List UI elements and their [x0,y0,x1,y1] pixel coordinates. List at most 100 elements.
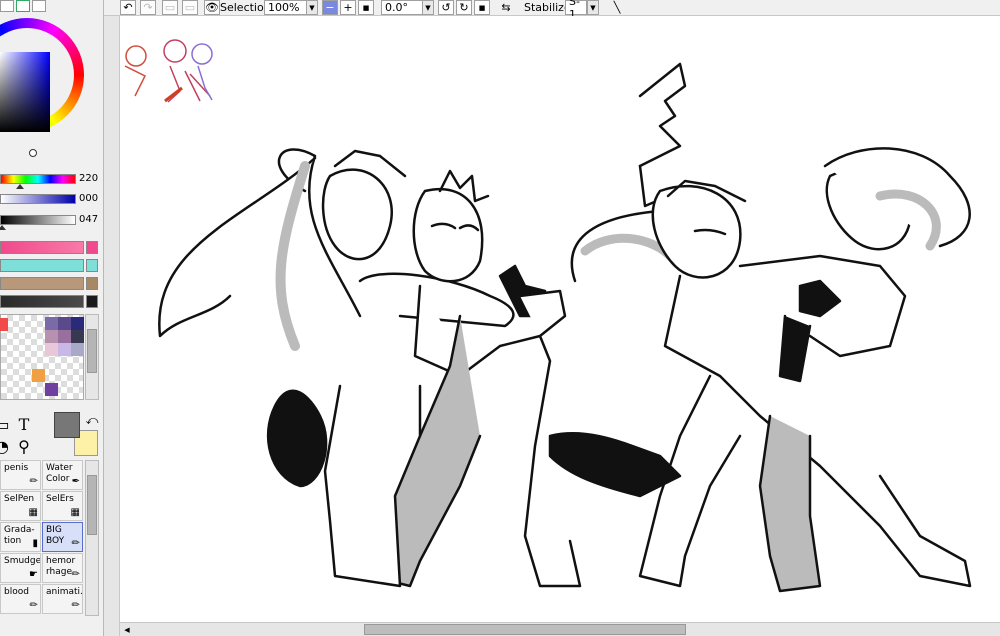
flip-horizontal-button[interactable]: ⇆ [498,0,514,15]
slider-value: 047 [79,214,99,225]
pen-icon: ✏ [29,600,38,611]
slider-marker[interactable] [16,184,24,189]
palette-bar-cyan[interactable] [0,259,98,272]
brush-penis[interactable]: penis ✏ [0,460,41,490]
swatch-scrollbar[interactable] [85,314,99,400]
color-swatch-grid[interactable] [0,314,84,400]
swatch[interactable] [58,343,71,356]
swatch[interactable] [32,369,45,382]
slider-track[interactable] [0,215,76,225]
brush-icon: ✒ [71,476,80,487]
horizontal-scrollbar[interactable]: ◀ [120,622,1000,636]
zoom-dropdown-chevron-icon[interactable]: ▼ [306,0,318,15]
swatch[interactable] [45,330,58,343]
brush-label: blood [4,587,29,597]
swatch[interactable] [45,383,58,396]
pen-icon: ✏ [29,476,38,487]
pen-icon: ✏ [71,600,80,611]
selers-icon: ▦ [70,507,80,518]
top-toolbar: ↶ ↷ ▭ ▭ 👁 Selection 100% ▼ − + ■ 0.0° ▼ … [104,0,1000,21]
swatch[interactable] [71,317,84,330]
right-couple-drawing [548,62,972,593]
swatch[interactable] [45,343,58,356]
color-mode-wheel-button[interactable] [0,0,14,12]
rotate-right-button[interactable]: ↻ [456,0,472,15]
palette-bar-pink[interactable] [0,241,98,254]
color-mode-slider-button[interactable] [16,0,30,12]
hue-marker[interactable] [29,149,37,157]
pen-icon: ✏ [71,569,80,580]
show-selection-button[interactable]: 👁 [204,0,220,15]
brush-smudge[interactable]: Smudge ☛ [0,553,41,583]
scroll-left-arrow-icon[interactable]: ◀ [121,624,133,635]
slider-value: 220 [79,173,99,184]
drawing-canvas[interactable] [120,16,1000,622]
brush-panel: penis ✏ Water Color ✒ SelPen ▦ SelErs ▦ Grad… [0,460,84,616]
thumbnail-sketch [124,39,213,103]
brush-animation[interactable]: animati... ✏ [42,584,83,614]
swatch[interactable] [58,330,71,343]
rotation-field[interactable]: 0.0° [381,0,423,15]
brush-label: penis [4,463,29,473]
scrollbar-thumb[interactable] [364,624,686,635]
rotation-reset-button[interactable]: ■ [474,0,490,15]
brush-selpen[interactable]: SelPen ▦ [0,491,41,521]
swatch[interactable] [45,317,58,330]
stabilizer-field[interactable]: S-1 [565,0,587,21]
line-tool-button[interactable]: ╲ [609,0,625,15]
brush-label: Water Color [46,463,73,484]
swatch[interactable] [71,330,84,343]
gradient-icon: ▮ [32,538,38,549]
invert-selection-button[interactable]: ▭ [182,0,198,15]
rotate-left-button[interactable]: ↺ [438,0,454,15]
zoom-field[interactable]: 100% [264,0,308,15]
left-couple-drawing [158,148,582,588]
hand-tool-icon[interactable]: ◔ [0,436,12,456]
undo-button[interactable]: ↶ [120,0,136,15]
brush-gradation[interactable]: Grada-tion ▮ [0,522,41,552]
swatch[interactable] [71,343,84,356]
redo-button[interactable]: ↷ [140,0,156,15]
brush-scrollbar[interactable] [85,460,99,616]
select-tool-icon[interactable]: ▭ [0,414,12,434]
zoom-in-button[interactable]: + [340,0,356,15]
palette-bar-tan[interactable] [0,277,98,290]
brush-label: SelErs [46,494,74,504]
slider-marker[interactable] [0,225,6,230]
smudge-icon: ☛ [29,569,38,580]
deselect-button[interactable]: ▭ [162,0,178,15]
brush-big-boy[interactable]: BIG BOY ✏ [42,522,83,552]
panel-divider[interactable] [104,16,120,636]
color-slider-1[interactable]: 220 [0,172,103,189]
slider-track[interactable] [0,174,76,184]
brush-water-color[interactable]: Water Color ✒ [42,460,83,490]
eyedropper-icon[interactable]: ⚲ [14,436,34,456]
zoom-reset-button[interactable]: ■ [358,0,374,15]
foreground-color-swatch[interactable] [54,412,80,438]
brush-label: Smudge [4,556,41,566]
color-slider-2[interactable]: 000 [0,192,103,208]
swatch[interactable] [0,318,8,331]
text-tool-icon[interactable]: T [14,414,34,434]
palette-bar-dark[interactable] [0,295,98,308]
color-mode-palette-button[interactable] [32,0,46,12]
brush-selers[interactable]: SelErs ▦ [42,491,83,521]
saturation-value-square[interactable] [0,52,50,132]
brush-label: animati... [46,587,83,597]
pen-icon: ✏ [71,538,80,549]
brush-label: BIG BOY [46,525,65,546]
canvas-artwork [124,39,972,593]
color-slider-3[interactable]: 047 [0,213,103,230]
zoom-out-button[interactable]: − [322,0,338,15]
swap-colors-icon[interactable]: ⤺ [82,410,102,430]
swatch[interactable] [58,317,71,330]
brush-blood[interactable]: blood ✏ [0,584,41,614]
rotation-dropdown-chevron-icon[interactable]: ▼ [422,0,434,15]
selpen-icon: ▦ [28,507,38,518]
slider-track[interactable] [0,194,76,204]
brush-label: Grada-tion [4,525,35,546]
stabilizer-dropdown-chevron-icon[interactable]: ▼ [587,0,599,15]
slider-value: 000 [79,193,99,204]
brush-hemorrhage[interactable]: hemor rhage ✏ [42,553,83,583]
brush-label: SelPen [4,494,35,504]
